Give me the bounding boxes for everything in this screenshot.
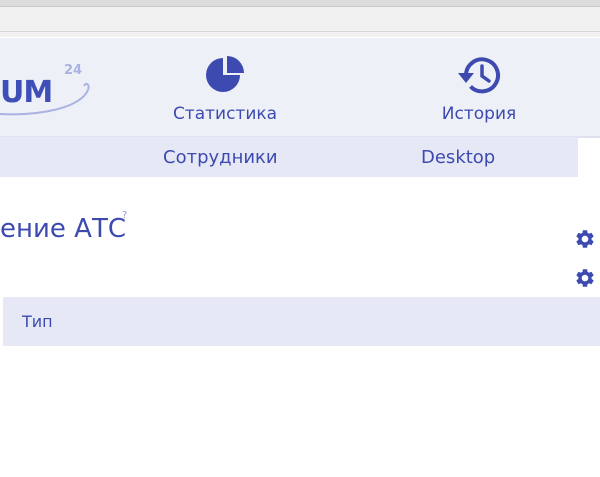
nav-item-history[interactable]: История xyxy=(425,38,533,136)
nav-label-statistics: Статистика xyxy=(172,104,278,124)
nav-item-statistics[interactable]: Статистика xyxy=(164,38,286,136)
sub-navigation: Сотрудники Desktop xyxy=(0,137,578,177)
subnav-link-desktop[interactable]: Desktop xyxy=(421,147,495,169)
gear-icon[interactable] xyxy=(574,228,596,250)
pie-chart-icon xyxy=(204,54,246,100)
logo[interactable]: UM 24 xyxy=(0,56,95,116)
browser-chrome-strip xyxy=(0,0,600,37)
browser-top-edge xyxy=(0,0,600,7)
gear-icon[interactable] xyxy=(574,267,596,289)
nav-label-history: История xyxy=(441,104,517,124)
column-header-type[interactable]: Тип xyxy=(22,312,53,332)
history-icon xyxy=(456,54,502,100)
table-header: Тип xyxy=(3,297,600,346)
help-icon[interactable]: ? xyxy=(122,210,127,222)
page-title: ение АТС xyxy=(0,214,126,244)
top-navigation: UM 24 Статистика История xyxy=(0,38,600,138)
logo-text: UM xyxy=(0,75,53,110)
logo-superscript: 24 xyxy=(64,63,83,78)
browser-divider xyxy=(0,31,600,32)
subnav-link-employees[interactable]: Сотрудники xyxy=(163,147,278,169)
